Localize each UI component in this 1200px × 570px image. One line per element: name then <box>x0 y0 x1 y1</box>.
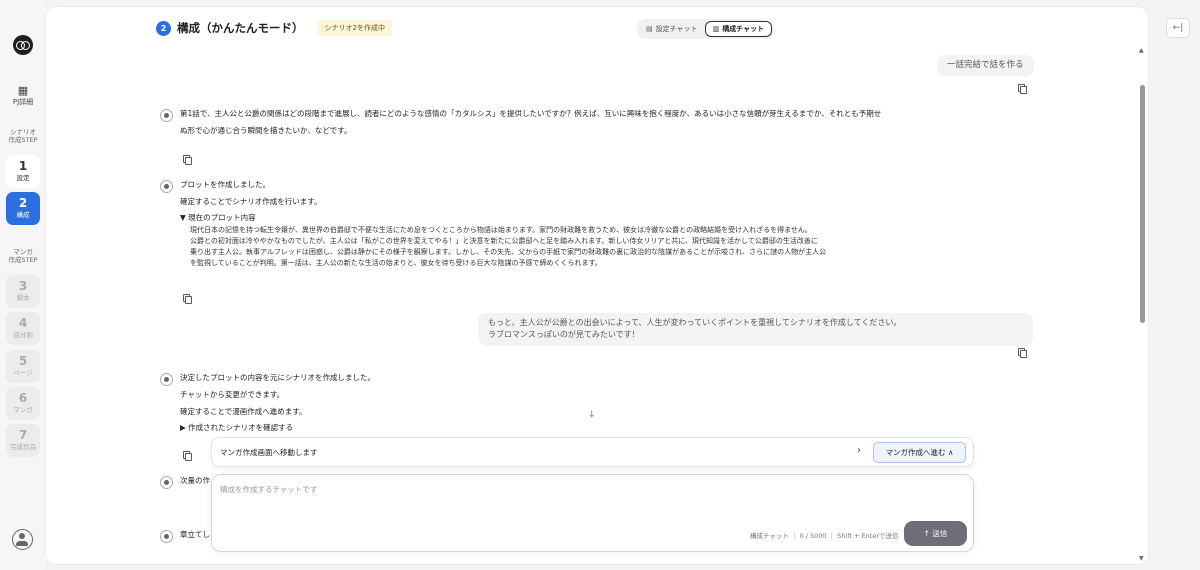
step-number: 4 <box>18 316 28 330</box>
collapse-icon: ←| <box>1172 23 1184 33</box>
scenario-section-toggle[interactable]: ▶ 作成されたシナリオを確認する <box>180 420 900 435</box>
ai-avatar-icon <box>160 109 173 122</box>
scroll-up-icon[interactable]: ▲ <box>1139 47 1144 54</box>
chat-meta-info: 構成チャット ｜ 0 / 5000 ｜ Shift + Enterで送信 <box>750 532 899 540</box>
step-3-script[interactable]: 3 脚本 <box>6 275 40 308</box>
step-5-page[interactable]: 5 ページ <box>6 350 40 383</box>
ai-message: プロットを作成しました。 確定することでシナリオ作成を行います。 ▼ 現在のプロ… <box>180 176 900 269</box>
message-line: 第1話で、主人公と公爵の関係はどの段階まで進展し、読者にどのような感情の「カタル… <box>180 109 882 118</box>
group-label-line: シナリオ <box>10 128 36 136</box>
status-badge: シナリオ2を作成中 <box>317 20 392 36</box>
ai-message-partial: 章立てし <box>180 530 210 539</box>
copy-icon[interactable] <box>183 451 192 461</box>
app-logo[interactable] <box>13 35 33 55</box>
step-1-settings[interactable]: 1 設定 <box>6 155 40 188</box>
ai-avatar-icon <box>160 373 173 386</box>
scenario-step-group: シナリオ 作成STEP <box>0 128 46 144</box>
group-label-line: 作成STEP <box>8 136 38 144</box>
user-message-bubble: 一話完結で話を作る <box>937 55 1034 76</box>
step-2-structure[interactable]: 2 構成 <box>6 192 40 225</box>
copy-icon[interactable] <box>183 294 192 304</box>
step-label: 完成作品 <box>10 443 36 451</box>
plot-line: を監視していることが判明。第一話は、主人公の新たな生活の始まりと、彼女を待ち受け… <box>190 259 602 267</box>
project-detail-button[interactable]: ▦ PJ詳細 <box>6 84 40 114</box>
step-label: 話分割 <box>13 331 33 339</box>
scrollbar[interactable]: ▲ ▼ <box>1139 47 1145 563</box>
group-label-line: マンガ <box>13 248 33 256</box>
chat-input-box[interactable]: 構成を作成するチャットです 構成チャット ｜ 0 / 5000 ｜ Shift … <box>211 474 974 552</box>
ai-avatar-icon <box>160 530 173 543</box>
ai-avatar-icon <box>160 180 173 193</box>
tab-label: 設定チャット <box>655 25 698 33</box>
page-header: 2 構成（かんたんモード） シナリオ2を作成中 <box>156 20 392 36</box>
step-label: ページ <box>13 369 33 377</box>
copy-icon[interactable] <box>1018 84 1027 94</box>
plot-section-toggle[interactable]: ▼ 現在のプロット内容 <box>180 210 900 225</box>
user-message-line: ラブロマンスっぽいのが見てみたいです！ <box>488 330 640 339</box>
message-line: 確定することで漫画作成へ進めます。 <box>180 407 307 416</box>
plot-line: 現代日本の記憶を持つ転生令嬢が、異世界の伯爵邸で不便な生活にため息をつくところか… <box>190 226 812 234</box>
tab-structure-chat[interactable]: ▥ 構成チャット <box>704 21 773 37</box>
group-label-line: 作成STEP <box>8 256 38 264</box>
chat-input-placeholder[interactable]: 構成を作成するチャットです <box>220 484 317 495</box>
message-line: 決定したプロットの内容を元にシナリオを作成しました。 <box>180 373 375 382</box>
plot-content: 現代日本の記憶を持つ転生令嬢が、異世界の伯爵邸で不便な生活にため息をつくところか… <box>180 225 900 269</box>
step-7-completed[interactable]: 7 完成作品 <box>6 424 40 457</box>
step-number: 6 <box>18 391 28 405</box>
plot-line: 乗り出す主人公。執事アルフレッドは困惑し、公爵は静かにその様子を観察します。しか… <box>190 248 827 256</box>
step-4-episode-split[interactable]: 4 話分割 <box>6 312 40 345</box>
user-message-bubble: もっと、主人公が公爵との出会いによって、人生が変わっていくポイントを重視してシナ… <box>478 313 1033 346</box>
banner-text: マンガ作成画面へ移動します <box>220 448 318 457</box>
user-message-line: もっと、主人公が公爵との出会いによって、人生が変わっていくポイントを重視してシナ… <box>488 318 902 327</box>
ai-avatar-icon <box>160 476 173 489</box>
manga-navigation-banner: マンガ作成画面へ移動します › マンガ作成へ進む ∧ <box>211 437 974 467</box>
document-icon: ▤ <box>646 25 653 33</box>
step-number: 2 <box>18 196 28 210</box>
book-icon: ▥ <box>712 25 720 33</box>
plot-line: 公爵との初対面は冷ややかなものでしたが、主人公は「私がこの世界を変えてやる！」と… <box>190 237 818 245</box>
step-label: 脚本 <box>16 294 30 302</box>
chat-tabs: ▤ 設定チャット ▥ 構成チャット <box>637 19 775 39</box>
scroll-down-icon[interactable]: ▼ <box>1139 555 1144 562</box>
grid-icon: ▦ <box>17 84 29 97</box>
message-line: ぬ形で心が通じ合う瞬間を描きたいか、などです。 <box>180 126 352 135</box>
message-line: プロットを作成しました。 <box>180 180 270 189</box>
step-label: マンガ <box>13 406 33 414</box>
collapse-panel-button[interactable]: ←| <box>1166 18 1190 38</box>
ai-message: 第1話で、主人公と公爵の関係はどの段階まで進展し、読者にどのような感情の「カタル… <box>180 105 900 139</box>
page-title: 構成（かんたんモード） <box>177 21 304 35</box>
user-message-text: 一話完結で話を作る <box>947 60 1024 70</box>
step-6-manga[interactable]: 6 マンガ <box>6 387 40 420</box>
send-button[interactable]: ↑ 送信 <box>904 521 967 546</box>
sidebar: ▦ PJ詳細 シナリオ 作成STEP 1 設定 2 構成 マンガ 作成STEP 3脚… <box>0 0 46 570</box>
step-number: 5 <box>18 354 28 368</box>
tab-label: 構成チャット <box>722 25 765 33</box>
ai-message: 決定したプロットの内容を元にシナリオを作成しました。 チャットから変更ができます… <box>180 369 900 435</box>
scrollbar-thumb[interactable] <box>1140 85 1145 323</box>
step-number: 7 <box>18 428 28 442</box>
step-number: 1 <box>18 159 28 173</box>
manga-step-group: マンガ 作成STEP <box>0 248 46 264</box>
message-line: 確定することでシナリオ作成を行います。 <box>180 197 322 206</box>
step-number: 3 <box>18 279 28 293</box>
scroll-to-bottom-icon[interactable]: ↓ <box>588 410 596 420</box>
tab-settings-chat[interactable]: ▤ 設定チャット <box>639 21 705 37</box>
copy-icon[interactable] <box>1018 348 1027 358</box>
step-label: 設定 <box>16 174 30 182</box>
message-line: チャットから変更ができます。 <box>180 390 285 399</box>
proceed-manga-button[interactable]: マンガ作成へ進む ∧ <box>873 442 966 463</box>
project-detail-label: PJ詳細 <box>12 98 34 106</box>
step-number-badge: 2 <box>156 20 171 36</box>
chevron-right-icon[interactable]: › <box>857 445 861 456</box>
ai-message-partial: 次量の作 <box>180 476 210 485</box>
user-avatar-icon[interactable] <box>12 529 33 550</box>
step-label: 構成 <box>16 211 30 219</box>
copy-icon[interactable] <box>183 155 192 165</box>
